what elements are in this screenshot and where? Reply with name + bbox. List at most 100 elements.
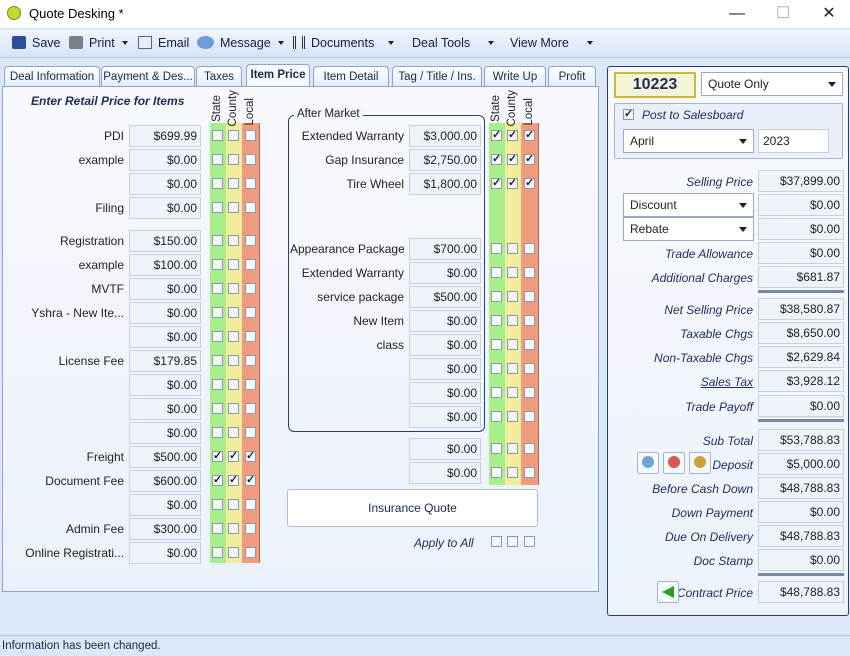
retail-item-price-field[interactable]: $0.00: [129, 422, 201, 444]
year-field[interactable]: 2023: [758, 129, 829, 153]
email-button[interactable]: Email: [138, 36, 189, 54]
local-tax-checkbox[interactable]: [245, 154, 256, 165]
save-button[interactable]: Save: [12, 36, 61, 54]
deposit-search-icon[interactable]: [637, 452, 659, 474]
county-tax-checkbox[interactable]: [228, 154, 239, 165]
county-tax-checkbox[interactable]: [228, 130, 239, 141]
additional-charges-field[interactable]: $681.87: [758, 266, 844, 288]
taxable-chgs-field[interactable]: $8,650.00: [758, 322, 844, 344]
state-tax-checkbox[interactable]: [212, 355, 223, 366]
local-tax-checkbox[interactable]: [524, 363, 535, 374]
trade-payoff-field[interactable]: $0.00: [758, 395, 844, 417]
aftermarket-item-price-field[interactable]: $0.00: [409, 406, 481, 428]
deposit-edit-icon[interactable]: [689, 452, 711, 474]
county-tax-checkbox[interactable]: [228, 499, 239, 510]
retail-item-price-field[interactable]: $0.00: [129, 398, 201, 420]
local-tax-checkbox[interactable]: [245, 427, 256, 438]
contract-price-field[interactable]: $48,788.83: [758, 581, 844, 603]
local-tax-checkbox[interactable]: [524, 128, 535, 141]
local-tax-checkbox[interactable]: [245, 307, 256, 318]
state-tax-checkbox[interactable]: [212, 473, 223, 486]
tab-tag-title-ins[interactable]: Tag / Title / Ins.: [392, 66, 482, 88]
retail-item-price-field[interactable]: $600.00: [129, 470, 201, 492]
state-tax-checkbox[interactable]: [491, 411, 502, 422]
state-tax-checkbox[interactable]: [212, 499, 223, 510]
retail-item-price-field[interactable]: $179.85: [129, 350, 201, 372]
retail-item-price-field[interactable]: $100.00: [129, 254, 201, 276]
state-tax-checkbox[interactable]: [212, 178, 223, 189]
close-button[interactable]: ✕: [806, 2, 850, 26]
state-tax-checkbox[interactable]: [491, 387, 502, 398]
state-tax-checkbox[interactable]: [212, 283, 223, 294]
retail-item-price-field[interactable]: $699.99: [129, 125, 201, 147]
insurance-quote-button[interactable]: Insurance Quote: [287, 489, 538, 527]
state-tax-checkbox[interactable]: [212, 547, 223, 558]
local-tax-checkbox[interactable]: [524, 243, 535, 254]
non-taxable-chgs-field[interactable]: $2,629.84: [758, 346, 844, 368]
retail-item-price-field[interactable]: $0.00: [129, 494, 201, 516]
county-tax-checkbox[interactable]: [507, 387, 518, 398]
state-tax-checkbox[interactable]: [212, 202, 223, 213]
county-tax-checkbox[interactable]: [228, 523, 239, 534]
aftermarket-item-price-field[interactable]: $0.00: [409, 382, 481, 404]
local-tax-checkbox[interactable]: [524, 176, 535, 189]
county-tax-checkbox[interactable]: [228, 379, 239, 390]
state-tax-checkbox[interactable]: [212, 154, 223, 165]
quote-type-select[interactable]: Quote Only: [701, 72, 843, 96]
state-tax-checkbox[interactable]: [212, 523, 223, 534]
state-tax-checkbox[interactable]: [212, 259, 223, 270]
retail-item-price-field[interactable]: $0.00: [129, 542, 201, 564]
maximize-button[interactable]: ☐: [760, 2, 806, 26]
local-tax-checkbox[interactable]: [524, 467, 535, 478]
aftermarket-item-price-field[interactable]: $2,750.00: [409, 149, 481, 171]
county-tax-checkbox[interactable]: [507, 339, 518, 350]
aftermarket-item-price-field[interactable]: $3,000.00: [409, 125, 481, 147]
county-tax-checkbox[interactable]: [507, 243, 518, 254]
local-tax-checkbox[interactable]: [524, 315, 535, 326]
apply-all-county-checkbox[interactable]: [507, 536, 518, 547]
tab-taxes[interactable]: Taxes: [196, 66, 242, 88]
trade-allowance-field[interactable]: $0.00: [758, 242, 844, 264]
state-tax-checkbox[interactable]: [212, 307, 223, 318]
county-tax-checkbox[interactable]: [228, 283, 239, 294]
county-tax-checkbox[interactable]: [228, 473, 239, 486]
county-tax-checkbox[interactable]: [507, 267, 518, 278]
tab-deal-information[interactable]: Deal Information: [4, 66, 100, 88]
local-tax-checkbox[interactable]: [245, 449, 256, 462]
tab-write-up[interactable]: Write Up: [484, 66, 546, 88]
retail-item-price-field[interactable]: $0.00: [129, 278, 201, 300]
print-button[interactable]: Print: [69, 36, 128, 54]
local-tax-checkbox[interactable]: [524, 291, 535, 302]
county-tax-checkbox[interactable]: [228, 403, 239, 414]
local-tax-checkbox[interactable]: [245, 283, 256, 294]
local-tax-checkbox[interactable]: [524, 443, 535, 454]
county-tax-checkbox[interactable]: [507, 363, 518, 374]
sales-tax-field[interactable]: $3,928.12: [758, 370, 844, 392]
local-tax-checkbox[interactable]: [524, 267, 535, 278]
local-tax-checkbox[interactable]: [245, 178, 256, 189]
minimize-button[interactable]: —: [714, 2, 760, 26]
tab-profit[interactable]: Profit: [548, 66, 596, 88]
state-tax-checkbox[interactable]: [491, 152, 502, 165]
state-tax-checkbox[interactable]: [491, 176, 502, 189]
state-tax-checkbox[interactable]: [212, 331, 223, 342]
aftermarket-item-price-field[interactable]: $500.00: [409, 286, 481, 308]
local-tax-checkbox[interactable]: [245, 523, 256, 534]
local-tax-checkbox[interactable]: [245, 379, 256, 390]
state-tax-checkbox[interactable]: [212, 235, 223, 246]
view-more-button[interactable]: View More: [510, 36, 593, 54]
contract-arrow-icon[interactable]: [657, 581, 679, 603]
rebate-field[interactable]: $0.00: [758, 218, 844, 240]
county-tax-checkbox[interactable]: [228, 259, 239, 270]
state-tax-checkbox[interactable]: [491, 443, 502, 454]
retail-item-price-field[interactable]: $500.00: [129, 446, 201, 468]
county-tax-checkbox[interactable]: [228, 449, 239, 462]
local-tax-checkbox[interactable]: [245, 202, 256, 213]
retail-item-price-field[interactable]: $300.00: [129, 518, 201, 540]
county-tax-checkbox[interactable]: [228, 202, 239, 213]
apply-all-state-checkbox[interactable]: [491, 536, 502, 547]
retail-item-price-field[interactable]: $0.00: [129, 374, 201, 396]
state-tax-checkbox[interactable]: [491, 267, 502, 278]
state-tax-checkbox[interactable]: [212, 449, 223, 462]
state-tax-checkbox[interactable]: [491, 291, 502, 302]
